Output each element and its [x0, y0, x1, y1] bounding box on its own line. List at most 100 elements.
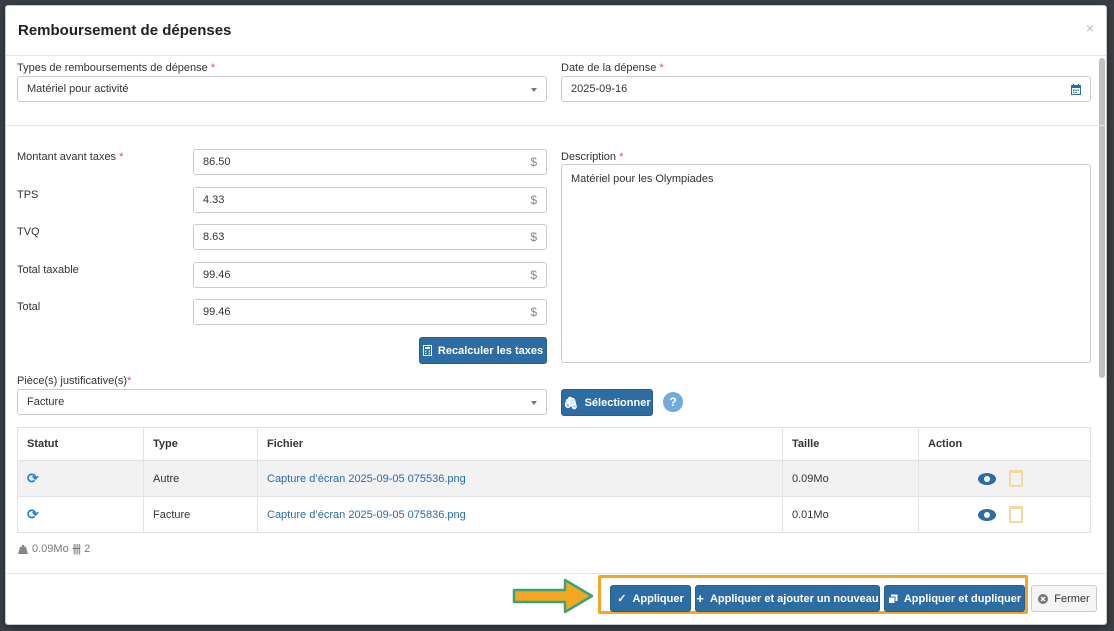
- file-link[interactable]: Capture d’écran 2025-09-05 075536.png: [267, 473, 466, 485]
- apply-label: Appliquer: [632, 592, 684, 605]
- type-label: Types de remboursements de dépense *: [17, 62, 215, 74]
- tally-icon: ||||: [72, 543, 82, 555]
- table-row: ⟳ Autre Capture d’écran 2025-09-05 07553…: [17, 460, 1091, 497]
- type-cell: Autre: [143, 460, 258, 497]
- calculator-icon: [422, 345, 432, 356]
- recalculate-taxes-label: Recalculer les taxes: [437, 344, 544, 357]
- total-taxable-input[interactable]: 99.46 $: [193, 262, 547, 288]
- recalculate-taxes-button[interactable]: Recalculer les taxes: [419, 337, 547, 364]
- column-header-size: Taille: [782, 427, 919, 461]
- close-button[interactable]: Fermer: [1031, 585, 1097, 612]
- column-header-file: Fichier: [257, 427, 783, 461]
- dollar-icon: $: [530, 155, 537, 169]
- tvq-input[interactable]: 8.63 $: [193, 224, 547, 250]
- arrow-annotation-icon: [512, 578, 594, 614]
- eye-icon[interactable]: [978, 472, 996, 485]
- total-value: 99.46: [203, 306, 231, 318]
- apply-and-add-new-label: Appliquer et ajouter un nouveau: [709, 592, 879, 605]
- required-mark: *: [127, 375, 132, 387]
- table-row: ⟳ Facture Capture d’écran 2025-09-05 075…: [17, 496, 1091, 533]
- file-cell: Capture d’écran 2025-09-05 075836.png: [257, 496, 783, 533]
- description-textarea[interactable]: Matériel pour les Olympiades: [561, 164, 1091, 363]
- paperclip-icon: 🖇: [563, 395, 579, 410]
- close-icon[interactable]: ×: [1086, 20, 1094, 36]
- summary-size: 0.09Mo: [32, 543, 69, 555]
- plus-icon: +: [696, 591, 704, 606]
- column-header-action: Action: [918, 427, 1091, 461]
- dollar-icon: $: [530, 193, 537, 207]
- size-cell: 0.09Mo: [782, 460, 919, 497]
- tps-value: 4.33: [203, 194, 225, 206]
- tvq-label: TVQ: [17, 226, 40, 238]
- dollar-icon: $: [530, 230, 537, 244]
- column-header-type: Type: [143, 427, 258, 461]
- eye-icon[interactable]: [978, 508, 996, 521]
- divider: [6, 125, 1106, 126]
- apply-and-duplicate-button[interactable]: Appliquer et dupliquer: [884, 585, 1025, 612]
- dollar-icon: $: [530, 305, 537, 319]
- dollar-icon: $: [530, 268, 537, 282]
- modal-title: Remboursement de dépenses: [18, 22, 232, 39]
- tvq-value: 8.63: [203, 231, 225, 243]
- status-cell: ⟳: [17, 460, 144, 497]
- trash-icon[interactable]: [1009, 470, 1024, 487]
- amount-label: Montant avant taxes *: [17, 151, 123, 163]
- required-mark: *: [210, 62, 216, 74]
- tps-label: TPS: [17, 189, 39, 201]
- total-taxable-label: Total taxable: [17, 264, 79, 276]
- size-cell: 0.01Mo: [782, 496, 919, 533]
- amount-input[interactable]: 86.50 $: [193, 149, 547, 175]
- date-label: Date de la dépense *: [561, 62, 664, 74]
- amount-label-text: Montant avant taxes: [17, 151, 117, 163]
- checkmark-icon: ✓: [617, 593, 627, 605]
- description-label: Description *: [561, 151, 623, 163]
- weight-icon: [18, 544, 28, 554]
- action-cell: [918, 496, 1091, 533]
- type-cell: Facture: [143, 496, 258, 533]
- scrollbar[interactable]: [1099, 58, 1105, 378]
- close-circle-icon: [1038, 593, 1049, 604]
- column-header-status: Statut: [17, 427, 144, 461]
- status-cell: ⟳: [17, 496, 144, 533]
- apply-and-duplicate-label: Appliquer et dupliquer: [903, 592, 1022, 605]
- amount-value: 86.50: [203, 156, 231, 168]
- description-label-text: Description: [561, 151, 617, 163]
- trash-icon[interactable]: [1009, 506, 1024, 523]
- attachments-summary: 0.09Mo |||| 2: [18, 543, 90, 555]
- select-files-button[interactable]: 🖇 Sélectionner: [561, 389, 653, 416]
- required-mark: *: [119, 151, 124, 163]
- date-field[interactable]: 2025-09-16: [561, 76, 1091, 102]
- attachment-type-select[interactable]: Facture: [17, 389, 547, 415]
- total-taxable-value: 99.46: [203, 269, 231, 281]
- attachment-label: Pièce(s) justificative(s)*: [17, 375, 131, 387]
- date-value: 2025-09-16: [571, 83, 628, 95]
- close-label: Fermer: [1054, 592, 1090, 605]
- apply-and-add-new-button[interactable]: + Appliquer et ajouter un nouveau: [695, 585, 880, 612]
- type-select[interactable]: Matériel pour activité: [17, 76, 547, 102]
- attachment-type-value: Facture: [27, 396, 65, 408]
- date-label-text: Date de la dépense: [561, 62, 657, 74]
- copy-icon: [887, 594, 898, 604]
- expense-reimbursement-modal: Remboursement de dépenses × Types de rem…: [5, 5, 1107, 625]
- file-cell: Capture d’écran 2025-09-05 075536.png: [257, 460, 783, 497]
- select-files-label: Sélectionner: [584, 396, 651, 409]
- file-link[interactable]: Capture d’écran 2025-09-05 075836.png: [267, 509, 466, 521]
- type-label-text: Types de remboursements de dépense: [17, 62, 208, 74]
- help-icon[interactable]: ?: [663, 392, 683, 412]
- required-mark: *: [659, 62, 664, 74]
- sync-icon: ⟳: [27, 470, 39, 486]
- files-table: Statut Type Fichier Taille Action ⟳ Autr…: [17, 427, 1091, 533]
- summary-count: 2: [84, 543, 91, 555]
- modal-header: Remboursement de dépenses ×: [6, 6, 1106, 56]
- apply-button[interactable]: ✓ Appliquer: [610, 585, 691, 612]
- total-label: Total: [17, 301, 41, 313]
- table-header-row: Statut Type Fichier Taille Action: [17, 427, 1091, 461]
- chevron-down-icon: [531, 88, 537, 92]
- action-cell: [918, 460, 1091, 497]
- calendar-icon[interactable]: [1071, 84, 1081, 95]
- total-input[interactable]: 99.46 $: [193, 299, 547, 325]
- attachment-label-text: Pièce(s) justificative(s): [17, 375, 128, 387]
- type-select-value: Matériel pour activité: [27, 83, 129, 95]
- tps-input[interactable]: 4.33 $: [193, 187, 547, 213]
- chevron-down-icon: [531, 401, 537, 405]
